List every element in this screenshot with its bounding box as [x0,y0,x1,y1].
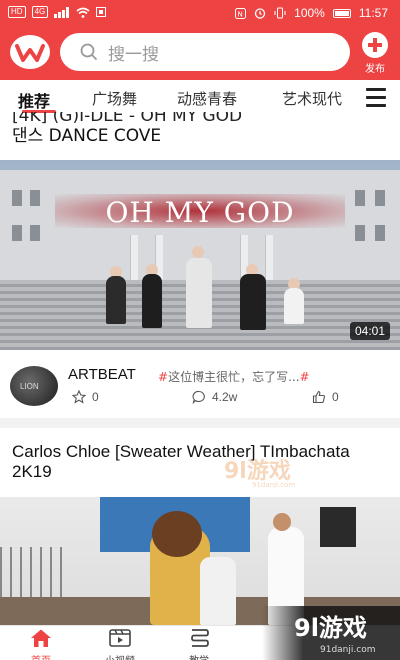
app-root: HD 4G N 100% 11:57 搜一搜 发布 推荐 广场舞 动感青春 艺术… [0,0,400,660]
svg-text:91danji.com: 91danji.com [252,481,295,488]
search-bar[interactable]: 搜一搜 [60,33,350,71]
svg-text:9l游戏: 9l游戏 [294,614,367,642]
tab-dynamic-youth[interactable]: 动感青春 [177,88,237,109]
header: HD 4G N 100% 11:57 搜一搜 发布 [0,0,400,80]
search-placeholder: 搜一搜 [108,44,159,65]
menu-icon[interactable] [366,88,386,107]
dancer-figure [142,274,162,328]
nav-short-video-label: 小视频 [85,652,155,660]
watermark-brand: 9l游戏 91danji.com [294,614,375,655]
wifi-icon [76,7,90,18]
like-count: 0 [332,390,339,404]
dancer-figure [200,557,236,625]
video-title[interactable]: [4K] (G)I-DLE - OH MY GOD 댄스 DANCE COVE [12,112,388,152]
dancer-figure [106,276,126,324]
watermark-overlay: 9l游戏 91danji.com [262,606,400,660]
nav-short-video[interactable]: 小视频 [85,628,155,660]
speaker-image [320,507,356,547]
teaching-icon [191,629,209,647]
dancer-hair [152,511,202,557]
battery-percent: 100% [294,6,325,20]
star-icon [72,390,86,404]
thumbs-up-icon [312,390,326,404]
avatar[interactable]: LION [10,366,58,406]
publish-label: 发布 [365,64,385,75]
svg-text:N: N [238,10,243,18]
tab-recommend[interactable]: 推荐 [18,88,50,112]
nav-teaching-label: 教学 [164,652,234,660]
like-stat[interactable]: 0 [312,390,339,404]
dancer-figure [186,258,212,328]
nav-home[interactable]: 首页 [6,628,76,660]
network-badge: 4G [31,6,49,18]
comment-stat[interactable]: 4.2w [192,390,237,404]
watermark-logo: 9l游戏 91danji.com [224,458,295,488]
nav-home-label: 首页 [6,652,76,660]
search-icon [80,43,98,61]
feed-divider [0,418,400,428]
video-title-line1: [4K] (G)I-DLE - OH MY GOD [12,112,243,126]
dancer-figure [240,274,266,330]
author-name[interactable]: ARTBEAT [68,366,136,383]
nav-teaching[interactable]: 教学 [164,628,234,660]
home-icon [31,629,51,647]
video-title-2[interactable]: Carlos Chloe [Sweater Weather] TImbachat… [12,442,388,482]
favorite-count: 0 [92,390,99,404]
tab-modern-art[interactable]: 艺术现代 [282,88,342,109]
video-overlay-title: OH MY GOD [105,196,295,229]
author-tagline: #这位博主很忙，忘了写...# [158,370,310,384]
video-meta: LION ARTBEAT #这位博主很忙，忘了写...# 0 4.2w 0 [0,360,400,420]
publish-button[interactable]: 发布 [358,32,392,78]
film-icon [109,629,131,647]
comment-icon [192,390,205,404]
plus-icon [362,32,388,58]
signal-icon [54,6,70,18]
comment-count: 4.2w [212,390,238,404]
favorite-stat[interactable]: 0 [72,390,99,404]
battery-icon [332,8,351,18]
video-duration: 04:01 [349,322,390,340]
status-bar: HD 4G N 100% 11:57 [0,0,400,26]
svg-text:91danji.com: 91danji.com [320,645,375,655]
vibrate-icon [274,7,286,19]
category-tabs: 推荐 广场舞 动感青春 艺术现代 [0,80,400,114]
nfc-icon: N [235,7,247,19]
alarm-icon [255,8,266,19]
tab-square-dance[interactable]: 广场舞 [92,88,137,109]
app-logo[interactable] [8,33,52,71]
dancer-figure [284,288,304,324]
video-thumbnail[interactable]: OH MY GOD 04:01 [0,160,400,350]
clock: 11:57 [358,6,388,20]
notification-icon [96,7,107,17]
hd-badge: HD [8,6,26,18]
video-title-line2: 댄스 DANCE COVE [12,126,162,146]
